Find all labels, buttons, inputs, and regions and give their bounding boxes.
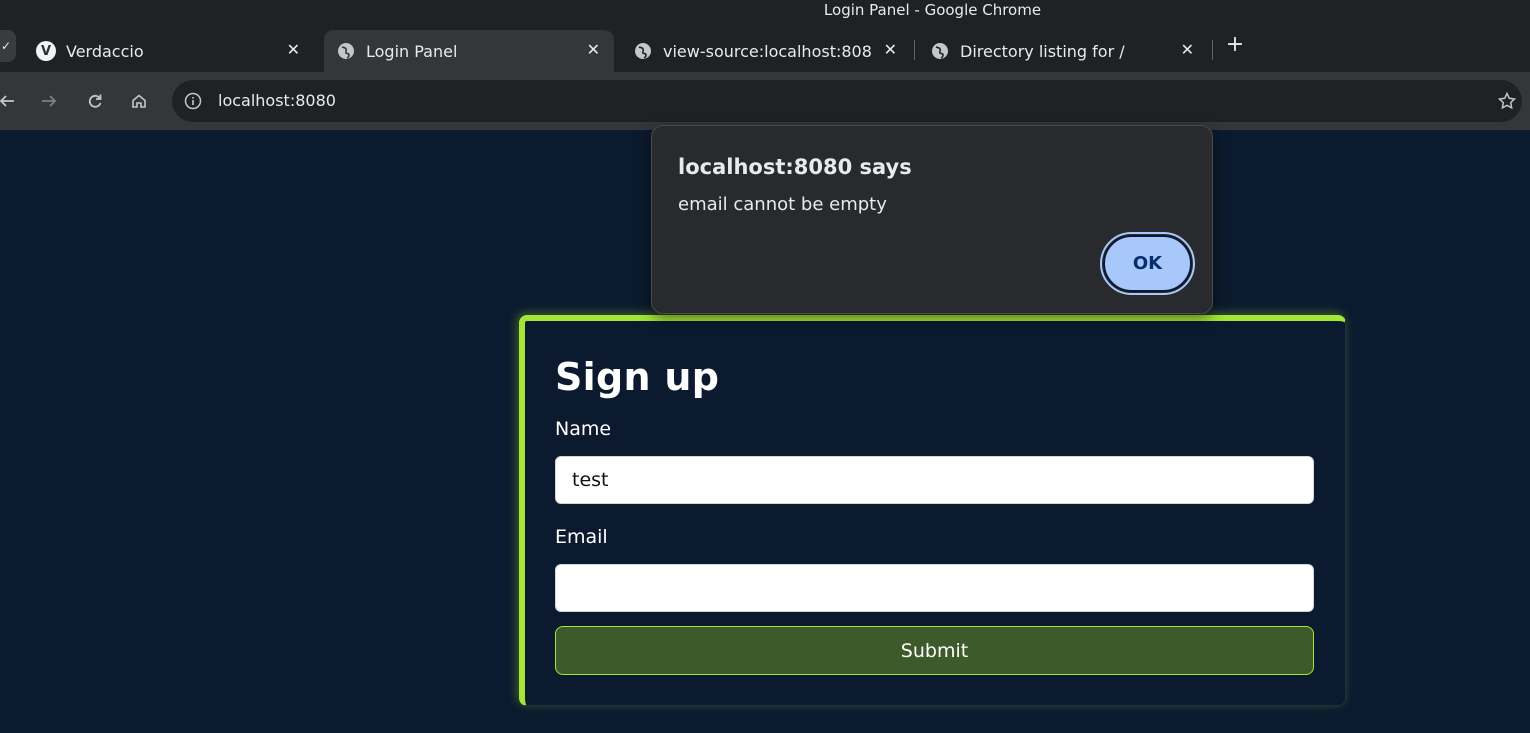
tab-directory-listing[interactable]: Directory listing for / ✕ <box>918 30 1208 72</box>
window-title-bar: Login Panel - Google Chrome <box>0 0 1530 22</box>
home-button[interactable] <box>126 88 152 114</box>
forward-button[interactable] <box>36 88 62 114</box>
tab-label: Verdaccio <box>66 41 144 61</box>
globe-icon <box>336 41 356 61</box>
dialog-message: email cannot be empty <box>678 194 887 215</box>
globe-icon <box>930 41 950 61</box>
ok-button[interactable]: OK <box>1100 232 1195 295</box>
back-arrow-icon <box>0 95 14 107</box>
home-icon <box>132 94 146 108</box>
email-input[interactable] <box>555 564 1314 612</box>
email-label: Email <box>555 526 608 548</box>
name-input[interactable]: test <box>555 456 1314 504</box>
reload-icon <box>88 94 102 108</box>
globe-icon <box>633 41 653 61</box>
reload-button[interactable] <box>82 88 108 114</box>
tab-view-source[interactable]: view-source:localhost:8080 ✕ <box>621 30 911 72</box>
tab-strip: ✓ V Verdaccio ✕ Login Panel ✕ view-sourc… <box>0 22 1530 72</box>
browser-toolbar: localhost:8080 <box>0 72 1530 130</box>
close-icon[interactable]: ✕ <box>587 40 600 59</box>
chevron-down-icon: ✓ <box>0 39 11 53</box>
close-icon[interactable]: ✕ <box>287 40 300 59</box>
tab-verdaccio[interactable]: V Verdaccio ✕ <box>24 30 314 72</box>
forward-arrow-icon <box>42 95 57 107</box>
verdaccio-logo-icon: V <box>36 41 56 61</box>
new-tab-button[interactable]: + <box>1223 34 1247 58</box>
dialog-title: localhost:8080 says <box>678 155 912 179</box>
submit-button[interactable]: Submit <box>555 626 1314 675</box>
tab-label: Login Panel <box>366 41 458 61</box>
name-label: Name <box>555 418 612 440</box>
bookmark-star-icon[interactable] <box>1496 90 1518 112</box>
tab-login-panel[interactable]: Login Panel ✕ <box>324 30 614 72</box>
signup-card: Sign up Name test Email Submit <box>519 315 1346 706</box>
window-title: Login Panel - Google Chrome <box>823 1 1042 19</box>
close-icon[interactable]: ✕ <box>1181 40 1194 59</box>
close-icon[interactable]: ✕ <box>884 40 897 59</box>
form-title: Sign up <box>555 355 720 399</box>
tab-divider <box>1212 40 1213 60</box>
tab-label: Directory listing for / <box>960 41 1125 61</box>
address-bar[interactable]: localhost:8080 <box>172 80 1522 122</box>
tab-divider <box>914 40 915 60</box>
back-button[interactable] <box>0 88 20 114</box>
url-text[interactable]: localhost:8080 <box>218 90 336 112</box>
info-icon[interactable] <box>182 90 204 112</box>
tab-search-button[interactable]: ✓ <box>0 30 16 62</box>
alert-dialog: localhost:8080 says email cannot be empt… <box>651 125 1213 314</box>
tab-label: view-source:localhost:8080 <box>663 41 873 61</box>
plus-icon: + <box>1225 32 1245 57</box>
